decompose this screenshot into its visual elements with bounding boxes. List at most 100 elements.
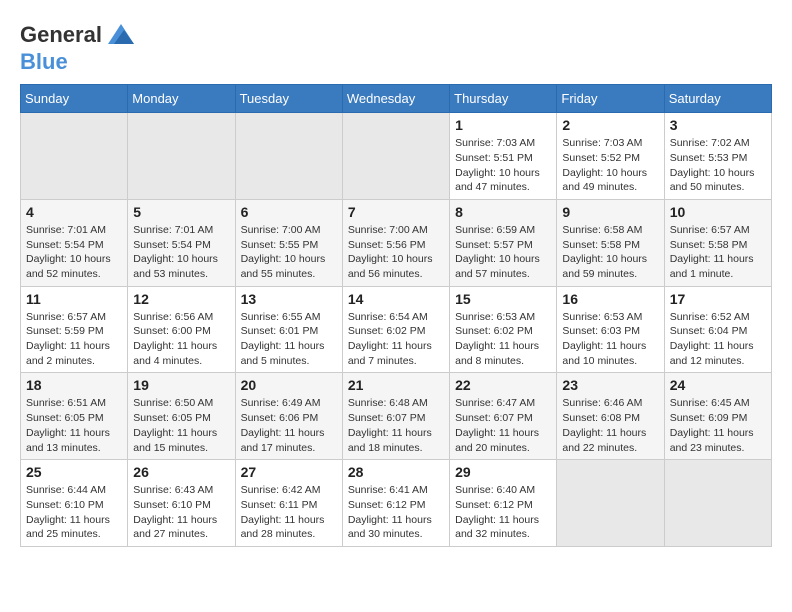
day-info: Sunrise: 6:47 AM Sunset: 6:07 PM Dayligh…: [455, 396, 551, 455]
calendar-cell: 25 Sunrise: 6:44 AM Sunset: 6:10 PM Dayli…: [21, 460, 128, 547]
week-row-3: 18 Sunrise: 6:51 AM Sunset: 6:05 PM Dayli…: [21, 373, 772, 460]
calendar-cell: 29Sunrise: 6:40 AM Sunset: 6:12 PM Dayli…: [450, 460, 557, 547]
day-number: 18: [26, 377, 122, 393]
day-info: Sunrise: 6:48 AM Sunset: 6:07 PM Dayligh…: [348, 396, 444, 455]
calendar-cell: 15 Sunrise: 6:53 AM Sunset: 6:02 PM Dayli…: [450, 286, 557, 373]
day-number: 13: [241, 291, 337, 307]
day-number: 15: [455, 291, 551, 307]
day-info: Sunrise: 6:55 AM Sunset: 6:01 PM Dayligh…: [241, 310, 337, 369]
day-number: 28: [348, 464, 444, 480]
calendar-cell: 5 Sunrise: 7:01 AM Sunset: 5:54 PM Daylig…: [128, 199, 235, 286]
day-info: Sunrise: 6:58 AM Sunset: 5:58 PM Dayligh…: [562, 223, 658, 282]
day-header-sunday: Sunday: [21, 85, 128, 113]
day-header-saturday: Saturday: [664, 85, 771, 113]
calendar-cell: 9 Sunrise: 6:58 AM Sunset: 5:58 PM Daylig…: [557, 199, 664, 286]
week-row-2: 11 Sunrise: 6:57 AM Sunset: 5:59 PM Dayli…: [21, 286, 772, 373]
day-number: 20: [241, 377, 337, 393]
day-number: 6: [241, 204, 337, 220]
calendar-cell: [128, 113, 235, 200]
logo-text: General: [20, 23, 102, 47]
day-info: Sunrise: 6:57 AM Sunset: 5:58 PM Dayligh…: [670, 223, 766, 282]
logo-blue-text: Blue: [20, 50, 68, 74]
day-info: Sunrise: 6:42 AM Sunset: 6:11 PM Dayligh…: [241, 483, 337, 542]
week-row-1: 4 Sunrise: 7:01 AM Sunset: 5:54 PM Daylig…: [21, 199, 772, 286]
day-number: 23: [562, 377, 658, 393]
calendar-cell: [557, 460, 664, 547]
day-info: Sunrise: 6:53 AM Sunset: 6:02 PM Dayligh…: [455, 310, 551, 369]
day-number: 16: [562, 291, 658, 307]
calendar-cell: 17 Sunrise: 6:52 AM Sunset: 6:04 PM Dayli…: [664, 286, 771, 373]
day-number: 25: [26, 464, 122, 480]
day-number: 17: [670, 291, 766, 307]
calendar-cell: [21, 113, 128, 200]
day-number: 27: [241, 464, 337, 480]
day-info: Sunrise: 6:54 AM Sunset: 6:02 PM Dayligh…: [348, 310, 444, 369]
calendar-cell: 18 Sunrise: 6:51 AM Sunset: 6:05 PM Dayli…: [21, 373, 128, 460]
calendar-cell: 13 Sunrise: 6:55 AM Sunset: 6:01 PM Dayli…: [235, 286, 342, 373]
day-number: 2: [562, 117, 658, 133]
day-info: Sunrise: 7:01 AM Sunset: 5:54 PM Dayligh…: [26, 223, 122, 282]
calendar-table: SundayMondayTuesdayWednesdayThursdayFrid…: [20, 84, 772, 547]
day-info: Sunrise: 6:56 AM Sunset: 6:00 PM Dayligh…: [133, 310, 229, 369]
day-info: Sunrise: 7:00 AM Sunset: 5:55 PM Dayligh…: [241, 223, 337, 282]
day-number: 11: [26, 291, 122, 307]
calendar-cell: 3Sunrise: 7:02 AM Sunset: 5:53 PM Daylig…: [664, 113, 771, 200]
day-header-thursday: Thursday: [450, 85, 557, 113]
day-number: 7: [348, 204, 444, 220]
day-number: 22: [455, 377, 551, 393]
calendar-cell: 22 Sunrise: 6:47 AM Sunset: 6:07 PM Dayli…: [450, 373, 557, 460]
calendar-cell: 16Sunrise: 6:53 AM Sunset: 6:03 PM Dayli…: [557, 286, 664, 373]
calendar-cell: [342, 113, 449, 200]
calendar-cell: 8Sunrise: 6:59 AM Sunset: 5:57 PM Daylig…: [450, 199, 557, 286]
day-info: Sunrise: 7:03 AM Sunset: 5:52 PM Dayligh…: [562, 136, 658, 195]
day-header-monday: Monday: [128, 85, 235, 113]
calendar-cell: 4 Sunrise: 7:01 AM Sunset: 5:54 PM Daylig…: [21, 199, 128, 286]
day-info: Sunrise: 6:44 AM Sunset: 6:10 PM Dayligh…: [26, 483, 122, 542]
day-info: Sunrise: 7:03 AM Sunset: 5:51 PM Dayligh…: [455, 136, 551, 195]
day-info: Sunrise: 6:46 AM Sunset: 6:08 PM Dayligh…: [562, 396, 658, 455]
calendar-cell: 10 Sunrise: 6:57 AM Sunset: 5:58 PM Dayli…: [664, 199, 771, 286]
week-row-4: 25 Sunrise: 6:44 AM Sunset: 6:10 PM Dayli…: [21, 460, 772, 547]
day-number: 12: [133, 291, 229, 307]
day-number: 1: [455, 117, 551, 133]
calendar-cell: 21 Sunrise: 6:48 AM Sunset: 6:07 PM Dayli…: [342, 373, 449, 460]
day-info: Sunrise: 7:01 AM Sunset: 5:54 PM Dayligh…: [133, 223, 229, 282]
day-info: Sunrise: 6:43 AM Sunset: 6:10 PM Dayligh…: [133, 483, 229, 542]
day-info: Sunrise: 6:41 AM Sunset: 6:12 PM Dayligh…: [348, 483, 444, 542]
calendar-cell: 11 Sunrise: 6:57 AM Sunset: 5:59 PM Dayli…: [21, 286, 128, 373]
calendar-cell: 1 Sunrise: 7:03 AM Sunset: 5:51 PM Daylig…: [450, 113, 557, 200]
calendar-cell: 27 Sunrise: 6:42 AM Sunset: 6:11 PM Dayli…: [235, 460, 342, 547]
day-number: 3: [670, 117, 766, 133]
days-header-row: SundayMondayTuesdayWednesdayThursdayFrid…: [21, 85, 772, 113]
day-number: 14: [348, 291, 444, 307]
day-number: 24: [670, 377, 766, 393]
day-info: Sunrise: 6:45 AM Sunset: 6:09 PM Dayligh…: [670, 396, 766, 455]
calendar-cell: 19Sunrise: 6:50 AM Sunset: 6:05 PM Dayli…: [128, 373, 235, 460]
calendar-cell: 28 Sunrise: 6:41 AM Sunset: 6:12 PM Dayli…: [342, 460, 449, 547]
day-number: 21: [348, 377, 444, 393]
calendar-cell: 24 Sunrise: 6:45 AM Sunset: 6:09 PM Dayli…: [664, 373, 771, 460]
calendar-cell: [235, 113, 342, 200]
day-info: Sunrise: 6:52 AM Sunset: 6:04 PM Dayligh…: [670, 310, 766, 369]
calendar-cell: 6 Sunrise: 7:00 AM Sunset: 5:55 PM Daylig…: [235, 199, 342, 286]
logo: General Blue: [20, 20, 136, 74]
calendar-cell: 20 Sunrise: 6:49 AM Sunset: 6:06 PM Dayli…: [235, 373, 342, 460]
calendar-cell: 23 Sunrise: 6:46 AM Sunset: 6:08 PM Dayli…: [557, 373, 664, 460]
day-number: 5: [133, 204, 229, 220]
day-header-tuesday: Tuesday: [235, 85, 342, 113]
day-number: 4: [26, 204, 122, 220]
day-info: Sunrise: 7:00 AM Sunset: 5:56 PM Dayligh…: [348, 223, 444, 282]
day-info: Sunrise: 6:59 AM Sunset: 5:57 PM Dayligh…: [455, 223, 551, 282]
header: General Blue: [20, 20, 772, 74]
day-info: Sunrise: 6:57 AM Sunset: 5:59 PM Dayligh…: [26, 310, 122, 369]
logo-icon: [106, 20, 136, 50]
day-header-wednesday: Wednesday: [342, 85, 449, 113]
day-number: 10: [670, 204, 766, 220]
week-row-0: 1 Sunrise: 7:03 AM Sunset: 5:51 PM Daylig…: [21, 113, 772, 200]
day-header-friday: Friday: [557, 85, 664, 113]
day-info: Sunrise: 6:49 AM Sunset: 6:06 PM Dayligh…: [241, 396, 337, 455]
day-info: Sunrise: 6:51 AM Sunset: 6:05 PM Dayligh…: [26, 396, 122, 455]
day-number: 9: [562, 204, 658, 220]
calendar-cell: 2 Sunrise: 7:03 AM Sunset: 5:52 PM Daylig…: [557, 113, 664, 200]
day-info: Sunrise: 6:50 AM Sunset: 6:05 PM Dayligh…: [133, 396, 229, 455]
